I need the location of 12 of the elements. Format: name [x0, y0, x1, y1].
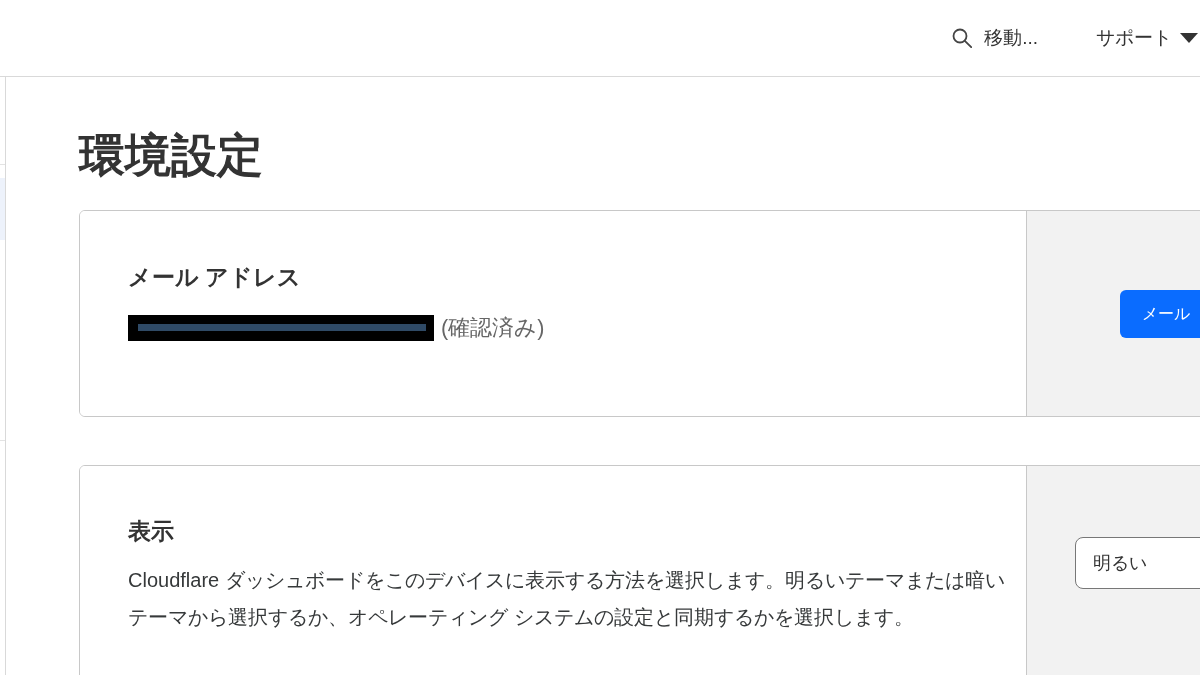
page-title: 環境設定	[79, 128, 264, 182]
support-menu-button[interactable]: サポート	[1096, 23, 1198, 53]
change-email-button[interactable]: メール	[1120, 289, 1200, 338]
section-description: Cloudflare ダッシュボードをこのデバイスに表示する方法を選択します。明るいテーマまたは暗いテーマから選択するか、オペレーティング システムの設定と同期するかを選択します。	[128, 568, 1006, 630]
search-button[interactable]: 移動...	[952, 23, 1038, 53]
verified-status: (確認済み)	[441, 315, 545, 342]
theme-select[interactable]: 明るい	[1075, 537, 1200, 589]
section-heading: メール アドレス	[128, 264, 303, 292]
caret-icon	[1180, 33, 1198, 43]
search-icon	[952, 28, 973, 48]
sidebar-item-highlight	[0, 178, 5, 240]
section-heading: 表示	[128, 518, 175, 546]
